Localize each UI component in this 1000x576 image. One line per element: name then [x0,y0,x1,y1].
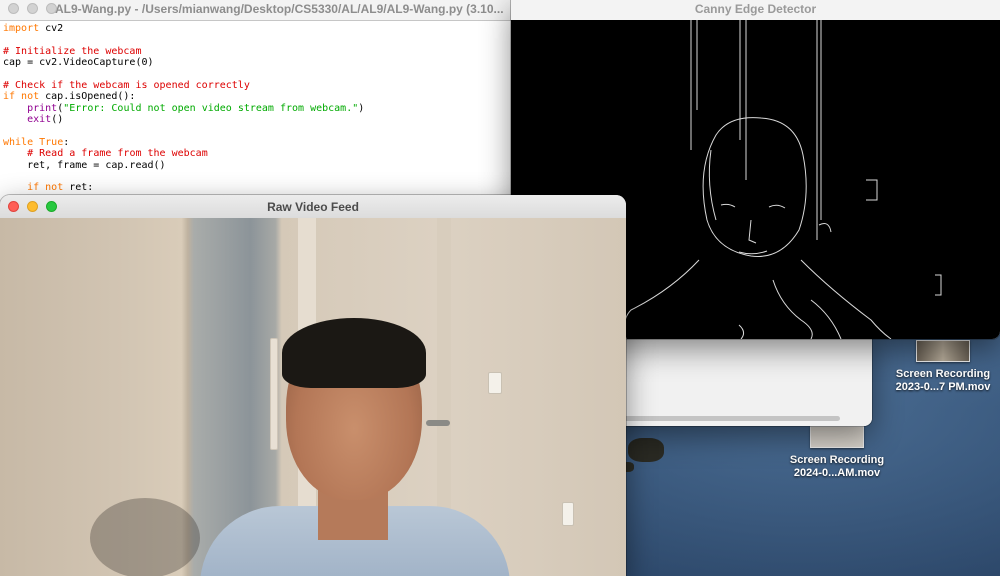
code-token: while [3,136,34,148]
door-handle [426,420,450,426]
background-window[interactable] [600,330,872,426]
desktop-file-screen-recording-2024[interactable]: Screen Recording 2024-0...AM.mov [772,426,902,480]
code-token: cap.isOpened(): [39,91,136,103]
code-editor-window[interactable]: AL9-Wang.py - /Users/mianwang/Desktop/CS… [0,0,511,203]
code-token: ) [358,102,365,114]
video-thumbnail-icon [916,340,970,362]
code-token: True [39,136,64,148]
minimize-button[interactable] [27,3,38,14]
editor-titlebar[interactable]: AL9-Wang.py - /Users/mianwang/Desktop/CS… [0,0,511,21]
code-line: ret, frame = cap.read() [3,160,511,171]
wallpaper-rock [628,438,664,462]
code-token: : [63,136,70,148]
code-line: exit() [3,114,511,125]
code-line: # Initialize the webcam [3,46,511,57]
code-line: import cv2 [3,23,511,34]
code-token: # Check if the webcam is opened correctl… [3,79,250,91]
code-token: print [27,102,58,114]
code-line: # Check if the webcam is opened correctl… [3,80,511,91]
file-name-line2: 2024-0...AM.mov [793,467,881,479]
window-body [600,330,872,426]
file-name-line1: Screen Recording [789,454,885,466]
code-token: exit [27,114,52,126]
zoom-button[interactable] [46,3,57,14]
raw-video-window[interactable]: Raw Video Feed [0,195,626,576]
code-token: if not [27,182,64,194]
code-token: cv2 [39,23,64,34]
code-line: if not cap.isOpened(): [3,91,511,102]
file-name-line2: 2023-0...7 PM.mov [895,381,991,393]
horizontal-scrollbar[interactable] [620,416,840,421]
shadow [90,498,200,576]
code-line: cap = cv2.VideoCapture(0) [3,57,511,68]
code-token: cap = cv2.VideoCapture(0) [3,57,154,69]
code-token: ret: [63,182,94,194]
code-text-area[interactable]: import cv2 # Initialize the webcam cap = c… [0,21,511,194]
code-token: "Error: Could not open video stream from… [63,102,359,114]
close-button[interactable] [8,3,19,14]
webcam-video-frame [0,218,626,576]
canny-titlebar[interactable]: Canny Edge Detector [511,0,1000,21]
desktop-file-screen-recording-2023[interactable]: Screen Recording 2023-0...7 PM.mov [878,340,1000,394]
window-title: Raw Video Feed [267,200,359,214]
code-line: while True: [3,137,511,148]
code-token: if not [3,91,40,103]
code-token: import [3,23,40,34]
code-token: # Read a frame from the webcam [27,148,208,160]
minimize-button[interactable] [27,201,38,212]
code-token: # Initialize the webcam [3,45,142,57]
code-line: print("Error: Could not open video strea… [3,103,511,114]
code-token: ret, frame = cap.read() [3,159,166,171]
person-hair [282,318,426,388]
code-token: () [51,114,64,126]
door-edge [270,338,278,450]
wall-outlet [562,502,574,526]
raw-video-titlebar[interactable]: Raw Video Feed [0,195,626,219]
zoom-button[interactable] [46,201,57,212]
video-thumbnail-icon [810,426,864,448]
light-switch [488,372,502,394]
code-line: if not ret: [3,182,511,193]
window-title: Canny Edge Detector [694,2,817,16]
window-title: AL9-Wang.py - /Users/mianwang/Desktop/CS… [55,2,504,16]
code-line: # Read a frame from the webcam [3,148,511,159]
file-name-line1: Screen Recording [895,368,991,380]
close-button[interactable] [8,201,19,212]
